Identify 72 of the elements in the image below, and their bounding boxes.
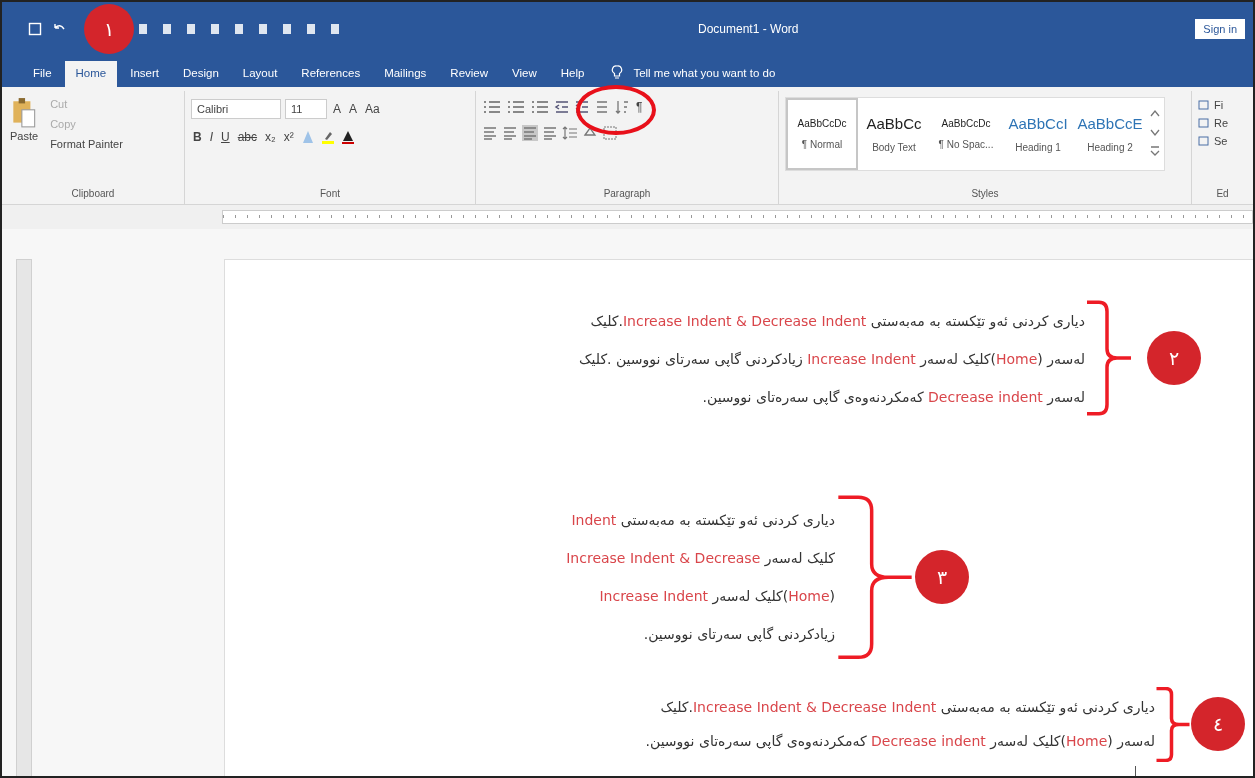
editing-icon[interactable] (1198, 135, 1210, 147)
align-icon[interactable] (502, 125, 518, 141)
borders-icon[interactable] (602, 125, 618, 141)
editing-icon[interactable] (1198, 99, 1210, 111)
style-item[interactable]: AaBbCcDc ¶ No Spac... (930, 98, 1002, 170)
ribbon-tab[interactable]: Mailings (373, 61, 438, 87)
format-button[interactable]: B (191, 129, 204, 145)
font-name-field[interactable]: Calibri (191, 99, 281, 119)
toolbar-icon[interactable] (160, 21, 174, 36)
align-icon[interactable] (482, 125, 498, 141)
sort-icon[interactable] (614, 99, 630, 115)
toolbar-icon[interactable] (232, 21, 246, 36)
style-item[interactable]: AaBbCcE Heading 2 (1074, 98, 1146, 170)
group-label: Styles (970, 188, 1000, 201)
style-item[interactable]: AaBbCcI Heading 1 (1002, 98, 1074, 170)
font-color-icon[interactable] (339, 129, 356, 145)
format-button[interactable]: x² (281, 129, 296, 145)
clipboard-icon[interactable] (11, 97, 38, 129)
text-direction-icon[interactable] (594, 99, 610, 115)
toolbar-icon[interactable] (328, 21, 342, 36)
window-title: Document1 - Word (697, 21, 800, 36)
style-item[interactable]: AaBbCcDc ¶ Normal (786, 98, 858, 170)
editing-button[interactable]: Re (1214, 117, 1229, 129)
group-label: Font (319, 188, 341, 201)
group-label: Paragraph (602, 188, 652, 201)
list-icon[interactable] (506, 99, 526, 115)
font-size-button[interactable]: A (347, 101, 360, 117)
tell-me-field[interactable]: Tell me what you want to do (633, 67, 776, 87)
group-label: Clipboard (70, 188, 116, 201)
step-badge: ٢ (1147, 331, 1201, 385)
decrease-indent-icon[interactable] (554, 99, 570, 115)
format-button[interactable]: x₂ (263, 129, 278, 145)
group-label: Ed (1215, 188, 1230, 201)
format-button[interactable]: abc (235, 129, 260, 145)
show-marks-button[interactable]: ¶ (634, 99, 645, 115)
ribbon-tab[interactable]: Review (439, 61, 500, 87)
toolbar-icon[interactable] (304, 21, 318, 36)
format-button[interactable]: U (219, 129, 232, 145)
ribbon-tab[interactable]: Design (172, 61, 230, 87)
toolbar-icon[interactable] (184, 21, 198, 36)
toolbar-icon[interactable] (136, 21, 150, 36)
font-size-button[interactable]: Aa (363, 101, 382, 117)
font-size-field[interactable]: 11 (285, 99, 327, 119)
step-badge: ٣ (915, 550, 969, 605)
sign-in-button[interactable]: Sign in (1195, 18, 1245, 39)
ribbon-tab[interactable]: Layout (231, 61, 289, 87)
step-badge: ٤ (1191, 697, 1245, 752)
line-spacing-icon[interactable] (562, 125, 578, 141)
paste-button[interactable]: Paste (8, 129, 41, 143)
increase-indent-icon[interactable] (574, 99, 590, 115)
font-size-button[interactable]: A (331, 101, 343, 117)
ribbon-tab[interactable]: View (501, 61, 548, 87)
ribbon-tab[interactable]: Home (64, 61, 118, 87)
list-icon[interactable] (530, 99, 550, 115)
format-button[interactable]: I (207, 129, 215, 145)
lightbulb-icon (611, 65, 624, 79)
highlighter-icon[interactable] (319, 129, 336, 145)
editing-button[interactable]: Se (1214, 135, 1228, 147)
editing-icon[interactable] (1198, 117, 1210, 129)
save-icon[interactable] (28, 21, 42, 36)
toolbar-icon[interactable] (256, 21, 270, 36)
list-icon[interactable] (482, 99, 502, 115)
toolbar-icon[interactable] (280, 21, 294, 36)
format-painter-button[interactable]: Format Painter (48, 137, 125, 151)
style-item[interactable]: AaBbCc Body Text (858, 98, 930, 170)
ribbon-tab[interactable]: File (22, 61, 63, 87)
toolbar-icon[interactable] (208, 21, 222, 36)
ribbon-tab[interactable]: References (290, 61, 372, 87)
ribbon-tab[interactable]: Insert (119, 61, 170, 87)
ribbon-tab[interactable]: Help (549, 61, 596, 87)
editing-button[interactable]: Fi (1214, 99, 1224, 111)
align-icon[interactable] (542, 125, 558, 141)
